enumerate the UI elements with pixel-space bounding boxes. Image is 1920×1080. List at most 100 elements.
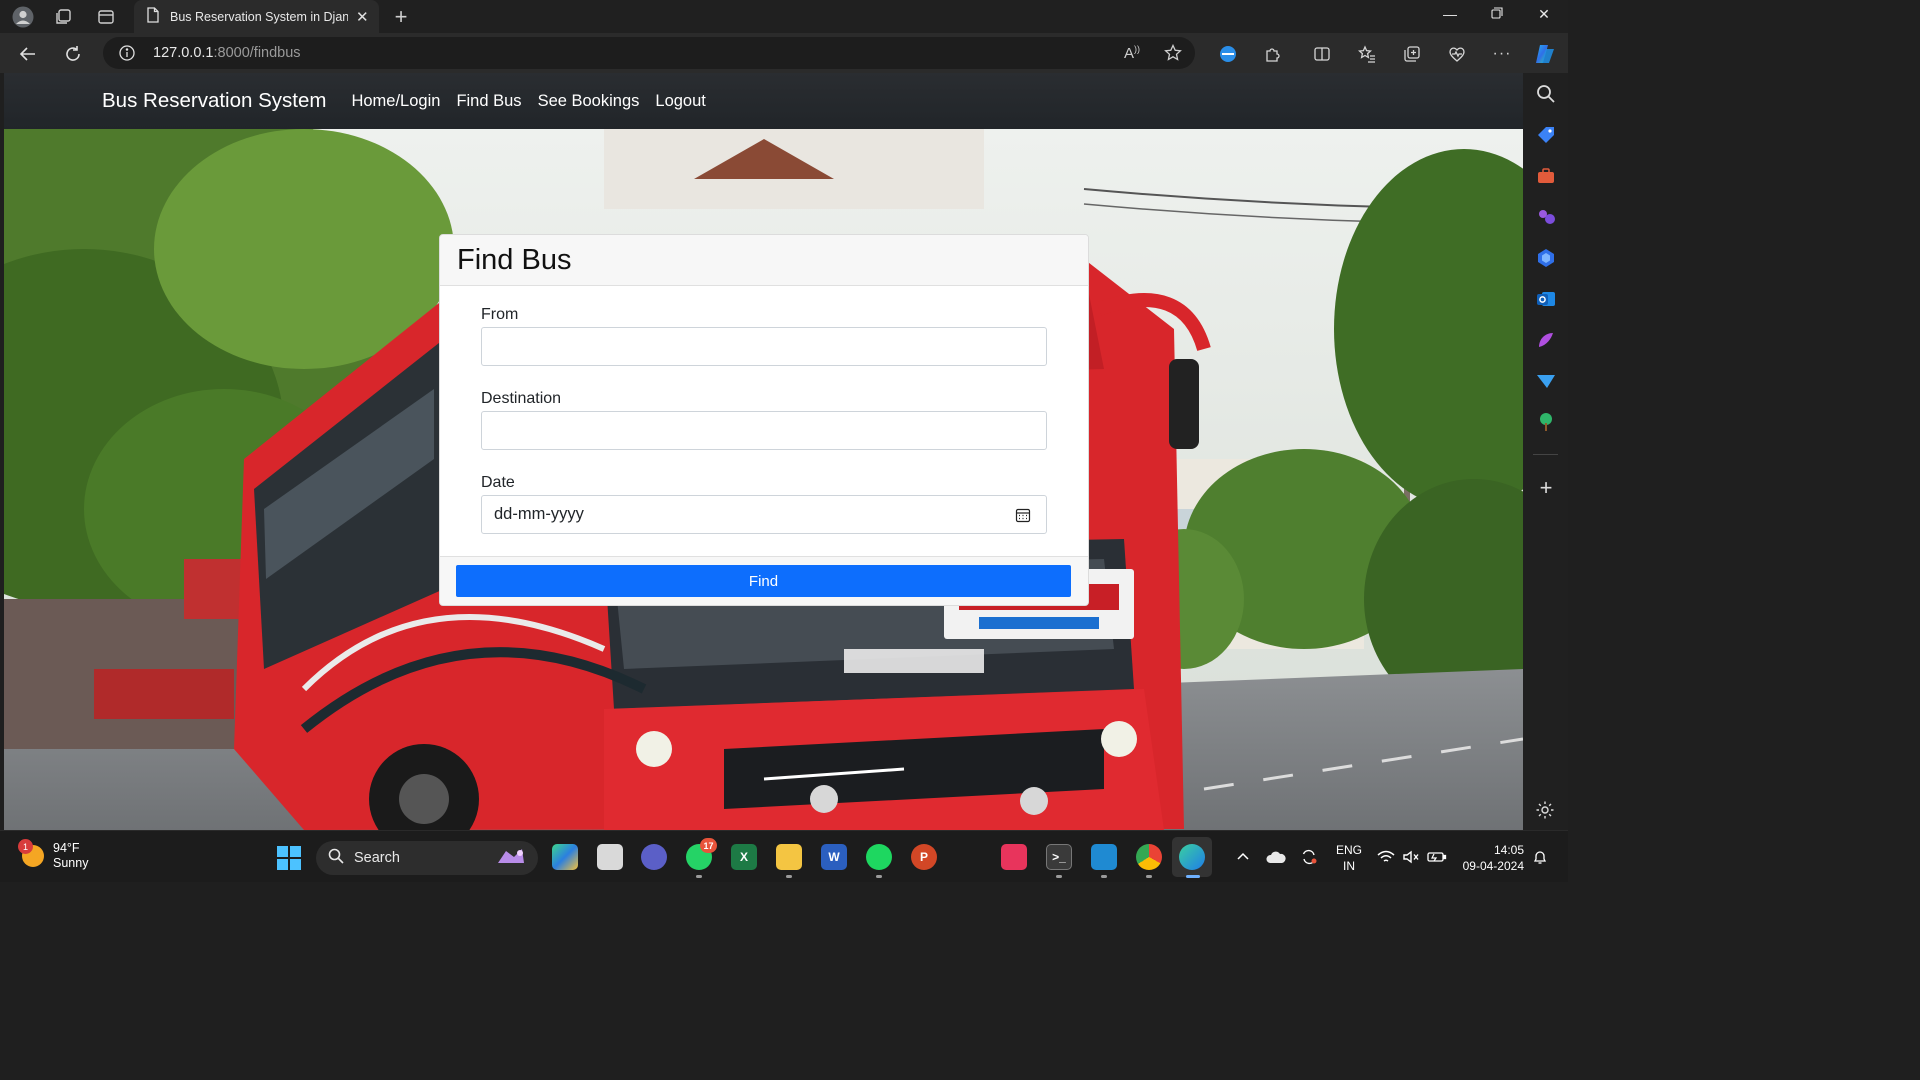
notification-bell-icon[interactable] bbox=[1532, 831, 1548, 883]
language-top: ENG bbox=[1335, 843, 1362, 857]
url-text: 127.0.0.1:8000/findbus bbox=[153, 45, 301, 61]
copilot-taskbar-icon[interactable] bbox=[552, 844, 578, 870]
powerpoint-icon[interactable]: P bbox=[911, 844, 937, 870]
copilot-icon[interactable] bbox=[1533, 42, 1557, 66]
weather-widget[interactable]: 1 94°F Sunny bbox=[18, 839, 88, 871]
sidebar-copilot-app-icon[interactable] bbox=[1535, 247, 1557, 269]
word-icon[interactable]: W bbox=[821, 844, 847, 870]
favorite-star-icon[interactable] bbox=[1164, 37, 1182, 69]
browser-toolbar: 127.0.0.1:8000/findbus A)) ··· bbox=[0, 33, 1568, 73]
new-tab-icon[interactable]: + bbox=[389, 4, 413, 29]
sidebar-divider bbox=[1533, 454, 1558, 455]
sidebar-shopping-icon[interactable] bbox=[1535, 124, 1557, 146]
taskbar-search-label: Search bbox=[354, 850, 400, 866]
chrome-icon[interactable] bbox=[1136, 844, 1162, 870]
sidebar-tools-icon[interactable] bbox=[1535, 165, 1557, 187]
sidebar-send-icon[interactable] bbox=[1535, 370, 1557, 392]
calendar-app-icon[interactable] bbox=[1001, 844, 1027, 870]
excel-icon[interactable]: X bbox=[731, 844, 757, 870]
spotify-icon[interactable] bbox=[866, 844, 892, 870]
file-explorer-icon[interactable] bbox=[776, 844, 802, 870]
language-bottom: IN bbox=[1343, 859, 1355, 873]
find-button[interactable]: Find bbox=[456, 565, 1071, 597]
find-bus-form: From Destination Date dd-mm-yyyy bbox=[440, 286, 1088, 556]
weather-temp: 94°F bbox=[53, 841, 80, 855]
browser-tab-bar: Bus Reservation System in Djang ✕ + — ✕ bbox=[0, 0, 1568, 33]
page-title: Find Bus bbox=[457, 243, 572, 276]
more-menu-icon[interactable]: ··· bbox=[1490, 42, 1514, 66]
destination-input[interactable] bbox=[481, 411, 1047, 450]
from-input[interactable] bbox=[481, 327, 1047, 366]
edge-icon[interactable] bbox=[1179, 844, 1205, 870]
favorites-icon[interactable] bbox=[1355, 42, 1379, 66]
tab-title: Bus Reservation System in Djang bbox=[170, 9, 348, 24]
onedrive-icon[interactable] bbox=[1266, 831, 1286, 883]
sync-icon[interactable] bbox=[1300, 831, 1318, 883]
sidebar-search-icon[interactable] bbox=[1535, 83, 1557, 105]
refresh-icon[interactable] bbox=[61, 42, 85, 66]
taskbar-search-icon bbox=[328, 848, 344, 868]
restore-icon[interactable] bbox=[1486, 6, 1508, 22]
nav-find-bus[interactable]: Find Bus bbox=[456, 92, 521, 111]
back-icon[interactable] bbox=[16, 42, 40, 66]
extensions-icon[interactable] bbox=[1261, 42, 1285, 66]
browser-essentials-icon[interactable] bbox=[1445, 42, 1469, 66]
whatsapp-badge: 17 bbox=[700, 838, 717, 853]
page-viewport: Bus Reservation System Home/Login Find B… bbox=[4, 73, 1523, 830]
whatsapp-icon[interactable]: 17 bbox=[686, 838, 717, 870]
nav-home-login[interactable]: Home/Login bbox=[351, 92, 440, 111]
vscode-icon[interactable] bbox=[1091, 844, 1117, 870]
url-host: 127.0.0.1 bbox=[153, 45, 214, 61]
find-bus-card: Find Bus From Destination Date dd-mm-yyy… bbox=[439, 234, 1089, 606]
close-tab-icon[interactable]: ✕ bbox=[356, 8, 369, 26]
spotify-running-indicator bbox=[876, 875, 882, 878]
windows-start-icon[interactable] bbox=[277, 846, 301, 870]
date-input[interactable]: dd-mm-yyyy bbox=[481, 495, 1047, 534]
date-label: Date bbox=[481, 474, 515, 491]
site-info-icon[interactable] bbox=[118, 44, 136, 62]
system-clock[interactable]: 14:05 09-04-2024 bbox=[1458, 842, 1524, 874]
nav-see-bookings[interactable]: See Bookings bbox=[538, 92, 640, 111]
collections-icon[interactable] bbox=[1400, 42, 1424, 66]
minimize-icon[interactable]: — bbox=[1439, 6, 1461, 22]
whatsapp-running-indicator bbox=[696, 875, 702, 878]
site-navbar: Bus Reservation System Home/Login Find B… bbox=[4, 73, 1523, 129]
nav-logout[interactable]: Logout bbox=[655, 92, 705, 111]
sidebar-outlook-icon[interactable] bbox=[1535, 288, 1557, 310]
site-brand[interactable]: Bus Reservation System bbox=[102, 89, 326, 113]
search-highlight-icon bbox=[494, 845, 528, 871]
terminal-icon[interactable]: >_ bbox=[1046, 844, 1072, 870]
calendar-icon[interactable] bbox=[1015, 507, 1031, 523]
date-placeholder: dd-mm-yyyy bbox=[494, 505, 584, 523]
wifi-icon[interactable] bbox=[1377, 831, 1395, 883]
read-aloud-icon[interactable]: A)) bbox=[1124, 37, 1140, 69]
from-label: From bbox=[481, 306, 519, 323]
close-window-icon[interactable]: ✕ bbox=[1533, 6, 1555, 23]
task-view-icon[interactable] bbox=[597, 844, 623, 870]
sidebar-games-icon[interactable] bbox=[1535, 206, 1557, 228]
card-footer: Find bbox=[440, 556, 1088, 605]
volume-muted-icon[interactable] bbox=[1402, 831, 1420, 883]
show-hidden-icons[interactable] bbox=[1236, 831, 1250, 883]
clock-date: 09-04-2024 bbox=[1462, 859, 1524, 873]
read-aloud-label: A bbox=[1124, 44, 1135, 62]
split-screen-icon[interactable] bbox=[1310, 42, 1334, 66]
profile-icon[interactable] bbox=[11, 5, 35, 29]
taskbar-search[interactable]: Search bbox=[316, 841, 538, 875]
sidebar-tree-icon[interactable] bbox=[1535, 411, 1557, 433]
sidebar-designer-icon[interactable] bbox=[1535, 329, 1557, 351]
language-indicator[interactable]: ENG IN bbox=[1334, 842, 1364, 874]
teams-icon[interactable] bbox=[641, 844, 667, 870]
vscode-running-indicator bbox=[1101, 875, 1107, 878]
edge-sidebar: + bbox=[1523, 73, 1568, 830]
windows-taskbar: 1 94°F Sunny Search 17 X W P >_ ENG IN 1… bbox=[0, 830, 1568, 882]
address-bar[interactable]: 127.0.0.1:8000/findbus A)) bbox=[103, 37, 1195, 69]
sidebar-settings-icon[interactable] bbox=[1535, 800, 1557, 822]
workspaces-icon[interactable] bbox=[51, 5, 75, 29]
sidebar-add-icon[interactable]: + bbox=[1535, 477, 1557, 499]
battery-icon[interactable] bbox=[1427, 831, 1447, 883]
vertical-tabs-icon[interactable] bbox=[94, 5, 118, 29]
extension-blue-icon[interactable] bbox=[1216, 42, 1240, 66]
active-tab[interactable]: Bus Reservation System in Djang ✕ bbox=[134, 0, 379, 33]
url-path: :8000/findbus bbox=[213, 45, 301, 61]
